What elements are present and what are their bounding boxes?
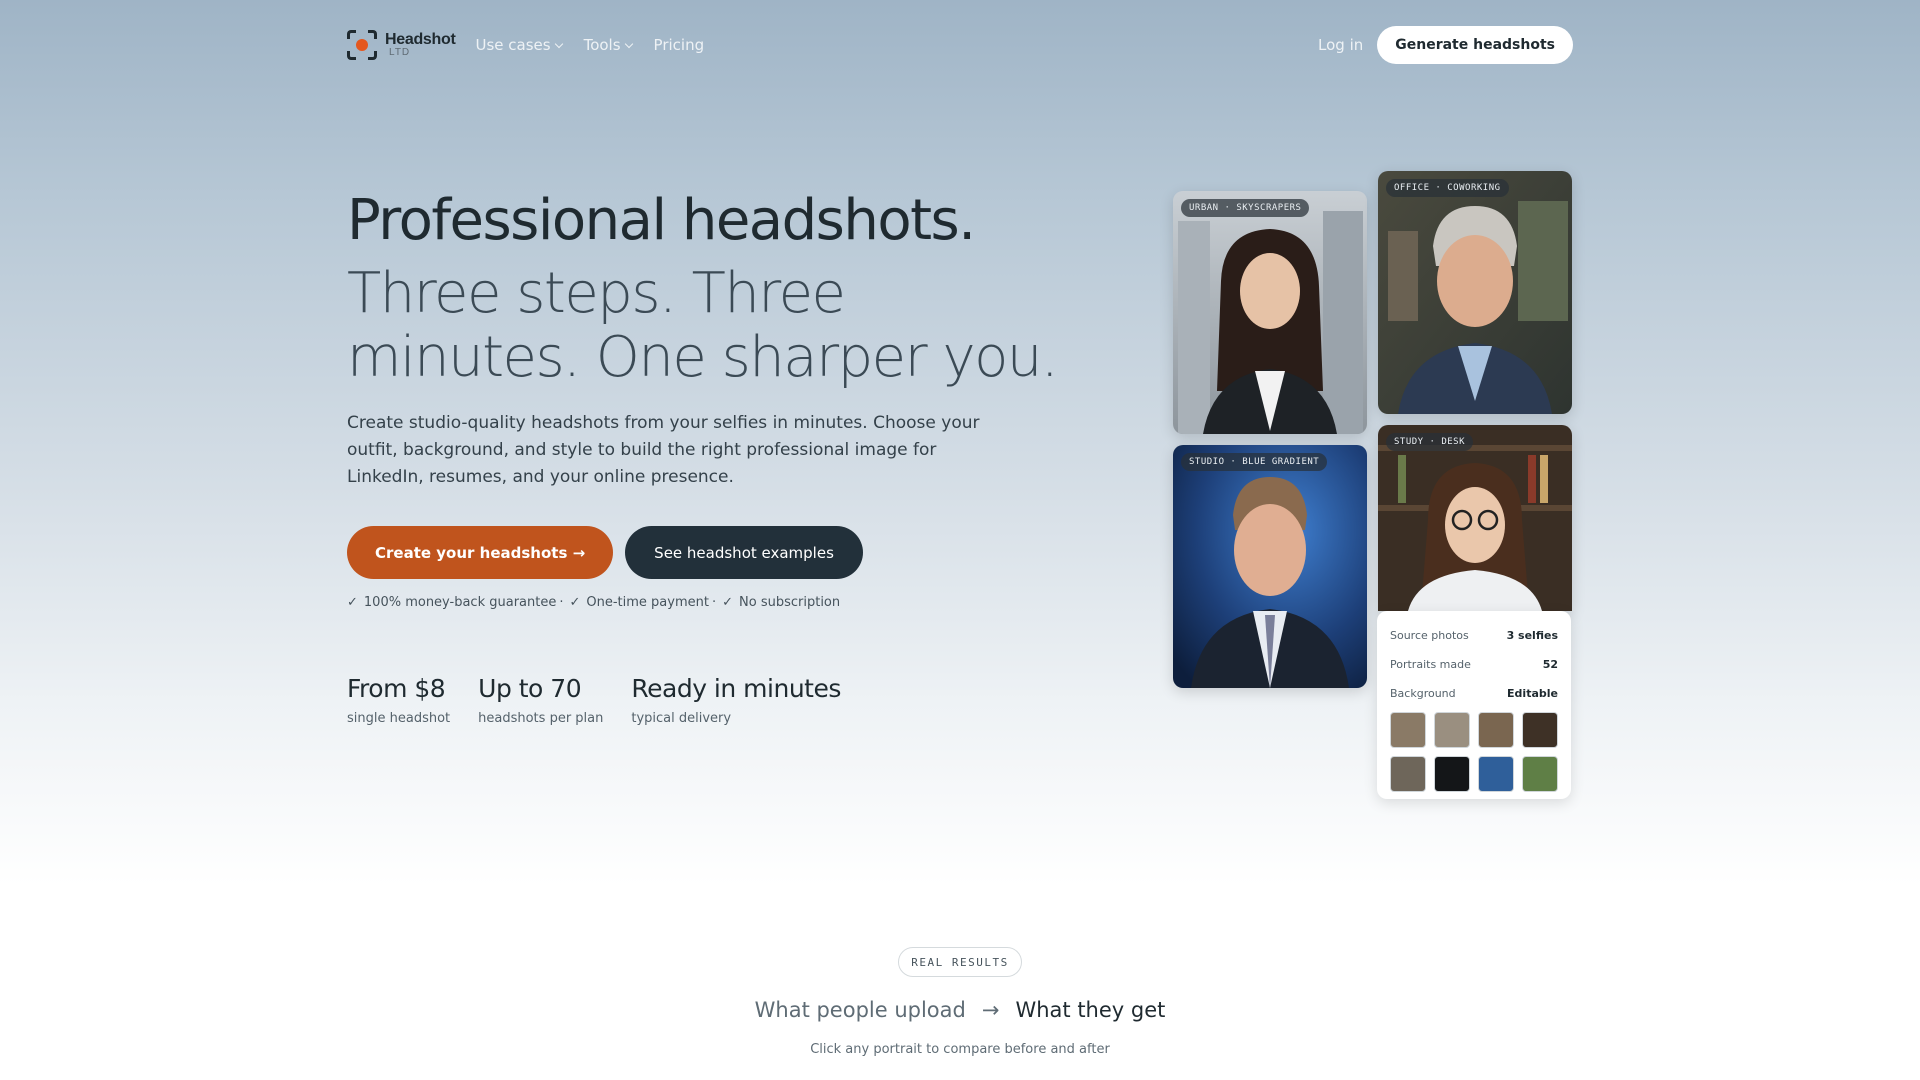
stat-label: headshots per plan xyxy=(478,711,604,726)
portrait-card-studio[interactable]: STUDIO · BLUE GRADIENT xyxy=(1173,445,1367,688)
guarantee-item: ✓ 100% money-back guarantee · xyxy=(347,595,564,610)
stat: From $8 single headshot xyxy=(347,674,450,726)
chevron-down-icon xyxy=(624,39,633,48)
portrait-card-urban[interactable]: URBAN · SKYSCRAPERS xyxy=(1173,191,1367,434)
stat-value: Ready in minutes xyxy=(631,674,841,703)
background-thumbnail[interactable] xyxy=(1390,712,1426,748)
menu-tools-label: Tools xyxy=(583,36,621,54)
menu-pricing[interactable]: Pricing xyxy=(654,36,705,54)
check-icon: ✓ xyxy=(569,595,581,610)
logo-sub: LTD xyxy=(389,47,411,58)
background-thumbnail[interactable] xyxy=(1434,756,1470,792)
upload-label: What people upload xyxy=(754,998,966,1022)
stat-value: From $8 xyxy=(347,674,446,703)
check-icon: ✓ xyxy=(347,595,358,610)
hero-title: Professional headshots. xyxy=(347,188,976,253)
background-thumbnail[interactable] xyxy=(1478,712,1514,748)
check-icon: ✓ xyxy=(722,595,734,610)
portrait-card-study[interactable]: STUDY · DESK xyxy=(1378,425,1572,611)
background-thumbnail[interactable] xyxy=(1522,756,1558,792)
guarantee-text: No subscription xyxy=(739,595,841,610)
hero-subtitle: Three steps. Three minutes. One sharper … xyxy=(347,261,1059,390)
guarantee-item: ✓ No subscription xyxy=(722,595,840,610)
stats: From $8 single headshot Up to 70 headsho… xyxy=(347,674,841,726)
portrait-tag: OFFICE · COWORKING xyxy=(1386,179,1509,197)
see-examples-button[interactable]: See headshot examples xyxy=(625,526,863,579)
info-value: 3 selfies xyxy=(1506,629,1558,642)
info-key: Background xyxy=(1390,687,1456,700)
arrow-right-icon: → xyxy=(981,998,1000,1022)
info-key: Portraits made xyxy=(1390,658,1471,671)
info-key: Source photos xyxy=(1390,629,1469,642)
real-results-pill: REAL RESULTS xyxy=(898,947,1022,977)
logo[interactable]: Headshot LTD xyxy=(347,30,456,60)
top-nav: Headshot LTD Use cases Tools Pricing Log… xyxy=(347,25,1573,65)
portrait-man-studio-icon xyxy=(1173,445,1367,688)
background-thumbnail[interactable] xyxy=(1478,756,1514,792)
stat: Ready in minutes typical delivery xyxy=(631,674,841,726)
hero-description: Create studio-quality headshots from you… xyxy=(347,413,980,487)
portrait-woman-urban-icon xyxy=(1173,191,1367,434)
background-thumbnail[interactable] xyxy=(1522,712,1558,748)
portrait-woman-study-icon xyxy=(1378,425,1572,611)
info-value: 52 xyxy=(1542,658,1558,671)
portrait-tag: STUDY · DESK xyxy=(1386,433,1474,451)
generate-headshots-button[interactable]: Generate headshots xyxy=(1377,26,1573,64)
background-thumbnail[interactable] xyxy=(1390,756,1426,792)
main-menu: Use cases Tools Pricing xyxy=(476,36,705,54)
stat-label: typical delivery xyxy=(631,711,732,726)
menu-tools[interactable]: Tools xyxy=(583,36,633,54)
chevron-down-icon xyxy=(554,39,563,48)
menu-use-cases-label: Use cases xyxy=(475,36,551,54)
stat-label: single headshot xyxy=(347,711,451,726)
create-headshots-button[interactable]: Create your headshots → xyxy=(347,526,614,579)
background-thumbnails xyxy=(1390,712,1558,792)
results-heading: What people upload → What they get xyxy=(0,998,1920,1022)
portrait-man-office-icon xyxy=(1378,171,1572,414)
logo-name: Headshot xyxy=(385,31,456,48)
portrait-tag: STUDIO · BLUE GRADIENT xyxy=(1181,453,1328,471)
login-link[interactable]: Log in xyxy=(1318,36,1363,54)
guarantee-text: 100% money-back guarantee xyxy=(363,595,557,610)
compare-hint: Click any portrait to compare before and… xyxy=(810,1042,1110,1057)
info-row: Portraits made 52 xyxy=(1390,650,1558,679)
cta-row: Create your headshots → See headshot exa… xyxy=(347,526,863,579)
stat-value: Up to 70 xyxy=(478,674,582,703)
menu-pricing-label: Pricing xyxy=(653,36,705,54)
portrait-tag: URBAN · SKYSCRAPERS xyxy=(1181,199,1310,217)
menu-use-cases[interactable]: Use cases xyxy=(475,36,563,54)
background-thumbnail[interactable] xyxy=(1434,712,1470,748)
guarantee-item: ✓ One-time payment · xyxy=(569,595,717,610)
portrait-card-office[interactable]: OFFICE · COWORKING xyxy=(1378,171,1572,414)
logo-icon xyxy=(347,30,377,60)
generation-info-panel: Source photos 3 selfies Portraits made 5… xyxy=(1377,611,1571,799)
stat: Up to 70 headshots per plan xyxy=(478,674,603,726)
get-label: What they get xyxy=(1015,998,1166,1022)
info-row: Source photos 3 selfies xyxy=(1390,621,1558,650)
info-row: Background Editable xyxy=(1390,679,1558,708)
guarantees: ✓ 100% money-back guarantee · ✓ One-time pa… xyxy=(347,595,840,610)
info-value: Editable xyxy=(1507,687,1558,700)
guarantee-text: One-time payment xyxy=(586,595,709,610)
